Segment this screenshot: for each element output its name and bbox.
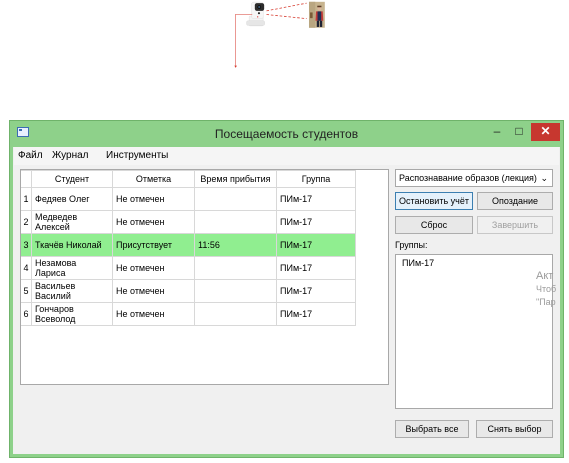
column-header-mark[interactable]: Отметка	[112, 170, 195, 188]
student-name-cell[interactable]: Гончаров Всеволод	[31, 302, 113, 326]
connector-arrowhead	[234, 65, 237, 68]
watermark-line: Чтоб	[536, 284, 557, 294]
watermark-line: "Пар	[536, 297, 556, 307]
row-number[interactable]: 6	[21, 302, 32, 326]
reset-button[interactable]: Сброс	[395, 216, 473, 234]
deselect-button[interactable]: Снять выбор	[476, 420, 553, 438]
students-table: Студент Отметка Время прибытия Группа 1Ф…	[20, 169, 389, 385]
row-number[interactable]: 3	[21, 233, 32, 257]
arrival-time-cell[interactable]: 11:56	[194, 233, 277, 257]
finish-button[interactable]: Завершить	[477, 216, 553, 234]
student-name-cell[interactable]: Незамова Лариса	[31, 256, 113, 280]
mark-cell[interactable]: Не отмечен	[112, 256, 195, 280]
column-header-group[interactable]: Группа	[276, 170, 356, 188]
arrival-time-cell[interactable]	[194, 210, 277, 234]
late-button[interactable]: Опоздание	[477, 192, 553, 210]
row-number[interactable]: 2	[21, 210, 32, 234]
menu-journal[interactable]: Журнал	[52, 150, 89, 161]
group-cell[interactable]: ПИм-17	[276, 302, 356, 326]
student-name-cell[interactable]: Ткачёв Николай	[31, 233, 113, 257]
camera-illustration	[234, 1, 325, 68]
table-row[interactable]: 5 Васильев Василий Не отмечен ПИм-17	[21, 279, 356, 303]
menubar: Файл Журнал Инструменты	[14, 147, 559, 165]
arrival-time-cell[interactable]	[194, 279, 277, 303]
column-header-student[interactable]: Студент	[31, 170, 113, 188]
group-cell[interactable]: ПИм-17	[276, 210, 356, 234]
table-header-row: Студент Отметка Время прибытия Группа	[21, 170, 356, 188]
students-grid: Студент Отметка Время прибытия Группа 1Ф…	[21, 170, 356, 326]
mark-cell[interactable]: Не отмечен	[112, 210, 195, 234]
group-cell[interactable]: ПИм-17	[276, 187, 356, 211]
group-cell[interactable]: ПИм-17	[276, 279, 356, 303]
select-all-button[interactable]: Выбрать все	[395, 420, 469, 438]
watermark-line: Акт	[536, 270, 554, 282]
client-area: Файл Журнал Инструменты Студент Отметка …	[14, 147, 559, 454]
close-button[interactable]: ✕	[531, 123, 560, 141]
mark-cell[interactable]: Не отмечен	[112, 279, 195, 303]
groups-label: Группы:	[395, 240, 428, 250]
arrival-time-cell[interactable]	[194, 187, 277, 211]
course-dropdown-value: Распознавание образов (лекция)	[399, 173, 537, 183]
table-row[interactable]: 6 Гончаров Всеволод Не отмечен ПИм-17	[21, 302, 356, 326]
menu-tools[interactable]: Инструменты	[106, 150, 168, 161]
group-cell[interactable]: ПИм-17	[276, 233, 356, 257]
dashed-line-top	[266, 2, 307, 12]
activation-watermark: Акт Чтоб "Пар	[536, 270, 556, 309]
window-title: Посещаемость студентов	[214, 127, 359, 141]
mark-cell[interactable]: Не отмечен	[112, 187, 195, 211]
course-dropdown[interactable]: Распознавание образов (лекция) ⌄	[395, 169, 553, 187]
menu-file[interactable]: Файл	[18, 150, 43, 161]
stop-tracking-button[interactable]: Остановить учёт	[395, 192, 473, 210]
row-number[interactable]: 4	[21, 256, 32, 280]
table-row[interactable]: 3 Ткачёв Николай Присутствует 11:56 ПИм-17	[21, 233, 356, 257]
student-name-cell[interactable]: Федяев Олег	[31, 187, 113, 211]
table-row[interactable]: 4 Незамова Лариса Не отмечен ПИм-17	[21, 256, 356, 280]
mark-cell[interactable]: Не отмечен	[112, 302, 195, 326]
minimize-button[interactable]: –	[486, 123, 508, 141]
chevron-down-icon: ⌄	[540, 173, 548, 183]
groups-list[interactable]: ПИм-17	[395, 254, 553, 409]
mark-cell[interactable]: Присутствует	[112, 233, 195, 257]
arrival-time-cell[interactable]	[194, 302, 277, 326]
row-number[interactable]: 1	[21, 187, 32, 211]
dashed-line-bottom	[266, 14, 307, 20]
column-header-arrival-time[interactable]: Время прибытия	[194, 170, 277, 188]
maximize-button[interactable]: □	[508, 123, 530, 141]
arrival-time-cell[interactable]	[194, 256, 277, 280]
student-name-cell[interactable]: Васильев Василий	[31, 279, 113, 303]
person-photo	[308, 1, 325, 28]
app-window: Посещаемость студентов – □ ✕ Файл Журнал…	[9, 120, 564, 458]
table-row[interactable]: 2 Медведев Алексей Не отмечен ПИм-17	[21, 210, 356, 234]
list-item[interactable]: ПИм-17	[398, 257, 550, 270]
table-row[interactable]: 1 Федяев Олег Не отмечен ПИм-17	[21, 187, 356, 211]
group-cell[interactable]: ПИм-17	[276, 256, 356, 280]
row-number-header	[21, 170, 32, 188]
titlebar[interactable]: Посещаемость студентов – □ ✕	[10, 121, 563, 147]
student-name-cell[interactable]: Медведев Алексей	[31, 210, 113, 234]
row-number[interactable]: 5	[21, 279, 32, 303]
